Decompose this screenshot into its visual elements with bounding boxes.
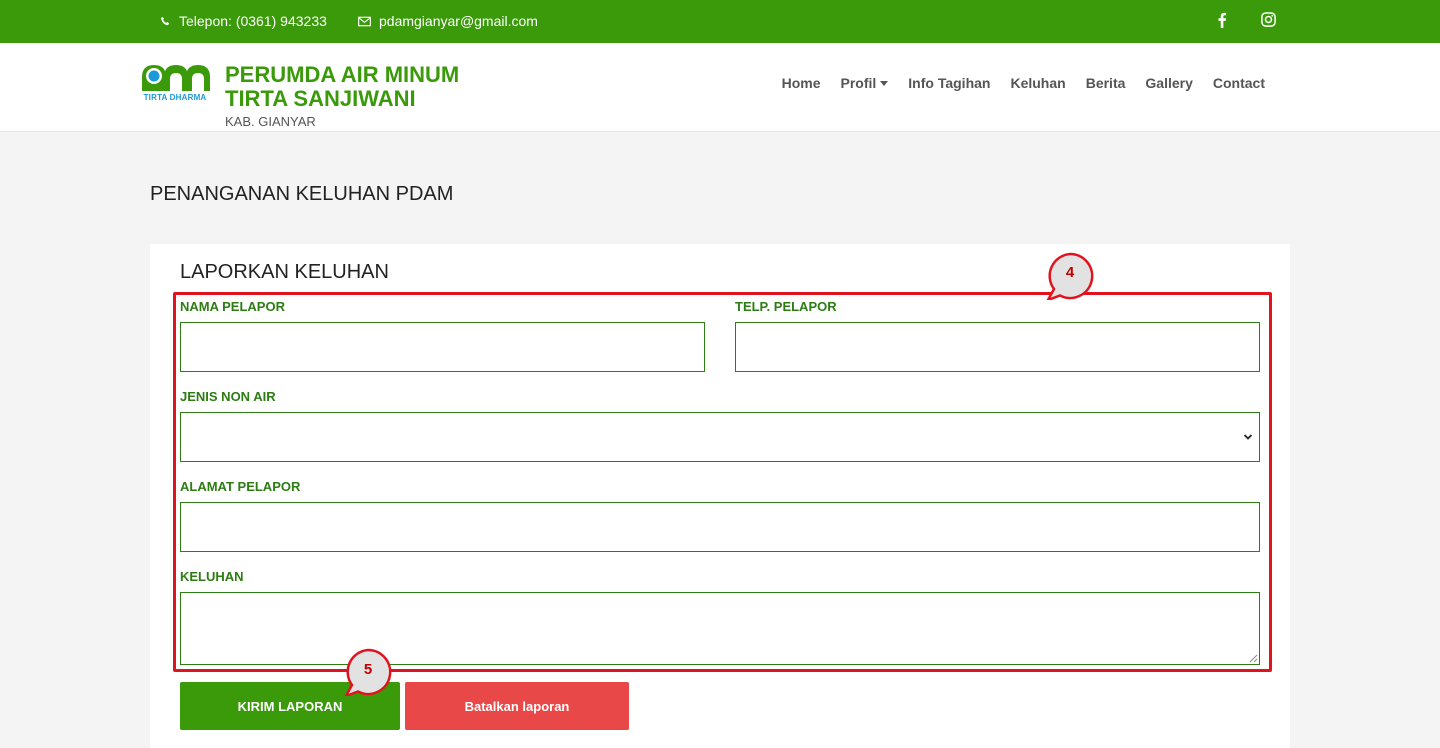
keluhan-label: KELUHAN <box>180 569 244 584</box>
jenis-non-air-select[interactable] <box>180 412 1260 462</box>
nama-pelapor-label: NAMA PELAPOR <box>180 299 285 314</box>
nav-info-tagihan[interactable]: Info Tagihan <box>908 75 990 91</box>
brand-name-line1[interactable]: PERUMDA AIR MINUM <box>225 63 459 87</box>
callout-4-number: 4 <box>1065 264 1075 281</box>
phone-text: Telepon: (0361) 943233 <box>179 13 327 29</box>
phone-contact: Telepon: (0361) 943233 <box>160 13 327 29</box>
brand-subtitle: KAB. GIANYAR <box>225 114 316 129</box>
callout-5-number: 5 <box>363 661 373 678</box>
alamat-pelapor-label: ALAMAT PELAPOR <box>180 479 301 494</box>
email-text: pdamgianyar@gmail.com <box>379 13 538 29</box>
resize-handle-icon[interactable] <box>1249 654 1258 663</box>
instagram-icon[interactable] <box>1261 12 1276 27</box>
nav-profil-label: Profil <box>840 75 877 91</box>
nav-keluhan[interactable]: Keluhan <box>1010 75 1065 91</box>
nav-home[interactable]: Home <box>782 75 821 91</box>
envelope-icon <box>358 16 371 26</box>
page-title: PENANGANAN KELUHAN PDAM <box>150 183 454 205</box>
telp-pelapor-label: TELP. PELAPOR <box>735 299 837 314</box>
alamat-pelapor-input[interactable] <box>180 502 1260 552</box>
nav-gallery[interactable]: Gallery <box>1145 75 1192 91</box>
keluhan-textarea[interactable] <box>180 592 1260 665</box>
site-header: TIRTA DHARMA PERUMDA AIR MINUM TIRTA SAN… <box>0 43 1440 132</box>
brand-name-line2[interactable]: TIRTA SANJIWANI <box>225 87 416 111</box>
nav-contact[interactable]: Contact <box>1213 75 1265 91</box>
form-title: LAPORKAN KELUHAN <box>180 261 389 283</box>
email-contact[interactable]: pdamgianyar@gmail.com <box>358 13 538 29</box>
jenis-non-air-label: JENIS NON AIR <box>180 389 276 404</box>
main-nav: Home Profil Info Tagihan Keluhan Berita … <box>782 75 1265 91</box>
nav-profil[interactable]: Profil <box>841 75 889 91</box>
facebook-icon[interactable] <box>1217 12 1227 28</box>
top-bar: Telepon: (0361) 943233 pdamgianyar@gmail… <box>0 0 1440 43</box>
logo-caption: TIRTA DHARMA <box>143 93 207 102</box>
chevron-down-icon <box>1243 434 1253 440</box>
phone-icon <box>160 16 170 25</box>
batalkan-laporan-button[interactable]: Batalkan laporan <box>405 682 629 730</box>
nav-berita[interactable]: Berita <box>1086 75 1126 91</box>
nama-pelapor-input[interactable] <box>180 322 705 372</box>
telp-pelapor-input[interactable] <box>735 322 1260 372</box>
caret-down-icon <box>880 80 889 86</box>
